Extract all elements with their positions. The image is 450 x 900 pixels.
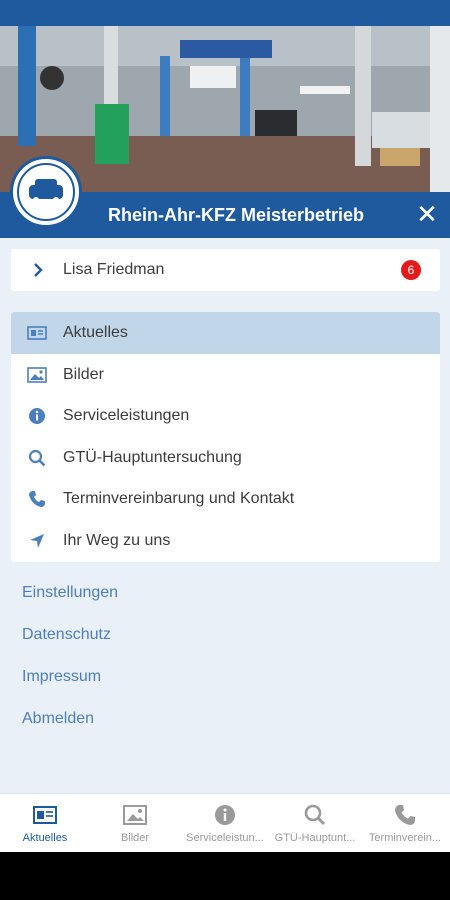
menu-item-aktuelles[interactable]: Aktuelles	[11, 312, 440, 354]
company-logo	[10, 156, 82, 228]
menu-item-bilder[interactable]: Bilder	[11, 354, 440, 396]
link-abmelden[interactable]: Abmelden	[22, 710, 94, 728]
search-icon	[304, 804, 326, 826]
tab-label: GTÜ-Hauptunt...	[274, 832, 356, 844]
menu-item-termin[interactable]: Terminvereinbarung und Kontakt	[11, 478, 440, 520]
news-icon	[33, 806, 57, 824]
menu-item-label: Bilder	[63, 365, 104, 383]
link-einstellungen[interactable]: Einstellungen	[22, 584, 118, 602]
image-icon	[27, 366, 47, 383]
info-icon	[215, 805, 235, 825]
image-icon	[123, 805, 147, 825]
menu-item-label: Aktuelles	[63, 324, 128, 341]
info-icon	[29, 408, 45, 425]
menu-item-weg[interactable]: Ihr Weg zu uns	[11, 520, 440, 562]
tab-label: Terminverein...	[368, 832, 442, 844]
search-icon	[28, 449, 46, 467]
tab-serviceleistungen[interactable]: Serviceleistun...	[180, 794, 270, 852]
chevron-right-icon	[34, 263, 43, 277]
close-icon[interactable]: ✕	[412, 199, 442, 229]
phone-icon	[395, 805, 415, 825]
tab-label: Aktuelles	[22, 832, 68, 844]
menu-item-serviceleistungen[interactable]: Serviceleistungen	[11, 395, 440, 437]
menu-item-label: GTÜ-Hauptuntersuchung	[63, 448, 242, 466]
navigation-arrow-icon	[30, 534, 44, 548]
menu-item-label: Ihr Weg zu uns	[63, 532, 171, 549]
main-menu: Aktuelles Bilder Serviceleistungen GTÜ-H…	[11, 312, 440, 562]
link-impressum[interactable]: Impressum	[22, 668, 101, 686]
tab-aktuelles[interactable]: Aktuelles	[0, 794, 90, 852]
news-icon	[27, 326, 47, 340]
menu-item-gtue[interactable]: GTÜ-Hauptuntersuchung	[11, 437, 440, 479]
app-screen: Rhein-Ahr-KFZ Meisterbetrieb ✕ Lisa Frie…	[0, 0, 450, 852]
notification-badge: 6	[401, 260, 421, 280]
status-bar	[0, 0, 450, 26]
phone-icon	[29, 491, 45, 508]
tab-label: Serviceleistun...	[186, 832, 264, 844]
tab-label: Bilder	[120, 832, 150, 844]
tab-gtue[interactable]: GTÜ-Hauptunt...	[270, 794, 360, 852]
bottom-navigation: Aktuelles Bilder Serviceleistun... GTÜ-H…	[0, 793, 450, 852]
user-name: Lisa Friedman	[63, 261, 165, 278]
tab-termin[interactable]: Terminverein...	[360, 794, 450, 852]
menu-item-label: Serviceleistungen	[63, 407, 190, 425]
user-profile-row[interactable]: Lisa Friedman 6	[11, 249, 440, 291]
link-datenschutz[interactable]: Datenschutz	[22, 626, 111, 644]
tab-bilder[interactable]: Bilder	[90, 794, 180, 852]
app-title: Rhein-Ahr-KFZ Meisterbetrieb	[108, 205, 365, 225]
menu-item-label: Terminvereinbarung und Kontakt	[63, 490, 295, 508]
